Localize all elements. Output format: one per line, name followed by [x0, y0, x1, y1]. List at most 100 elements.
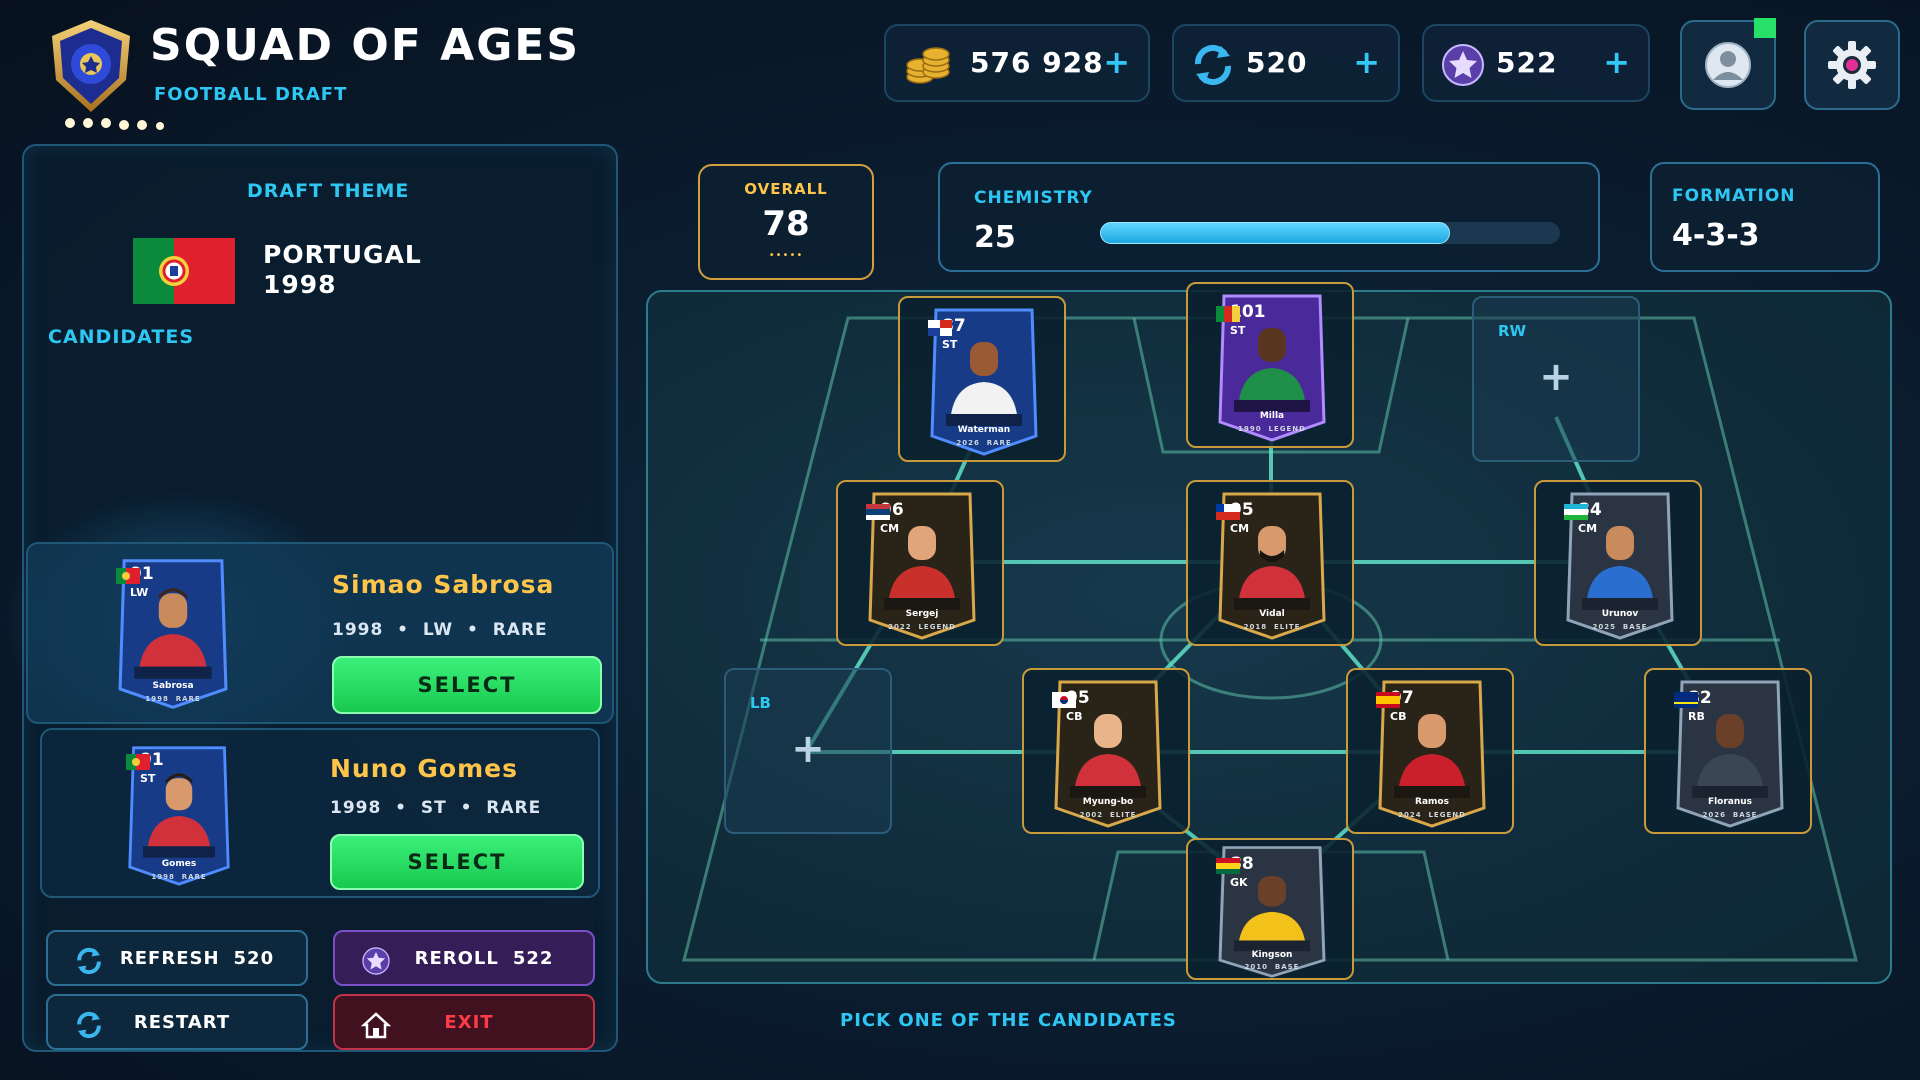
candidate-2-player-card[interactable]: 91 ST Gomes 1998 RARE: [126, 740, 232, 890]
slot-st-left[interactable]: 87 ST Waterman 2026 RARE: [898, 296, 1066, 462]
flag-icon: [1216, 306, 1240, 322]
add-refresh-token-button[interactable]: +: [1353, 44, 1380, 80]
add-player-icon: +: [791, 726, 825, 772]
coins-icon: [906, 47, 950, 84]
candidate-card-2[interactable]: 91 ST Gomes 1998 RARE Nuno Gomes 1998 • …: [40, 728, 600, 898]
candidate-1-card-footer: 1998 RARE: [145, 695, 201, 703]
profile-icon: [1705, 42, 1751, 88]
player-position: CM: [880, 522, 900, 535]
star-token-icon: [1442, 44, 1484, 86]
candidate-2-name: Nuno Gomes: [330, 754, 518, 783]
game-title: SQUAD OF AGES: [150, 20, 581, 71]
reroll-label: REROLL: [414, 947, 499, 969]
slot-cm-left[interactable]: 96 CM Sergej 2022 LEGEND: [836, 480, 1004, 646]
add-coins-button[interactable]: +: [1103, 44, 1130, 80]
player-card-floranus[interactable]: 82 RB Floranus 2026 BASE: [1674, 678, 1786, 828]
star-token-icon: [362, 947, 390, 975]
exit-label: EXIT: [444, 1011, 494, 1033]
player-position: ST: [1230, 324, 1246, 337]
reroll-button[interactable]: REROLL 522: [333, 930, 595, 986]
flag-icon: [1674, 692, 1698, 708]
flag-icon: [866, 504, 890, 520]
player-position: RB: [1688, 710, 1705, 723]
player-name: Myung-bo: [1082, 797, 1134, 807]
player-position: CM: [1578, 522, 1598, 535]
slot-rb[interactable]: 82 RB Floranus 2026 BASE: [1644, 668, 1812, 834]
player-position: CB: [1390, 710, 1407, 723]
star-token-counter[interactable]: 522 +: [1422, 24, 1650, 102]
chemistry-label: CHEMISTRY: [974, 188, 1093, 208]
formation-value: 4-3-3: [1672, 218, 1760, 253]
player-card-footer: 2026 RARE: [956, 439, 1012, 447]
refresh-token-counter[interactable]: 520 +: [1172, 24, 1400, 102]
candidate-1-name: Simao Sabrosa: [332, 570, 555, 599]
restart-icon: [77, 1011, 101, 1039]
player-card-ramos[interactable]: 97 CB Ramos 2024 LEGEND: [1376, 678, 1488, 828]
player-name: Waterman: [957, 425, 1011, 435]
player-card-urunov[interactable]: 84 CM Urunov 2025 BASE: [1564, 490, 1676, 640]
slot-lb-empty[interactable]: LB +: [724, 668, 892, 834]
slot-cb-left[interactable]: 95 CB Myung-bo 2002 ELITE: [1022, 668, 1190, 834]
player-card-milla[interactable]: 101 ST Milla 1990 LEGEND: [1216, 292, 1328, 442]
player-card-sergej[interactable]: 96 CM Sergej 2022 LEGEND: [866, 490, 978, 640]
stadium-lights-icon: [65, 118, 164, 130]
draft-theme-name: PORTUGAL 1998: [263, 240, 422, 300]
slot-gk[interactable]: 88 GK Kingson 2010 BASE: [1186, 838, 1354, 980]
player-card-footer: 2022 LEGEND: [888, 623, 956, 631]
refresh-label: REFRESH: [119, 947, 220, 969]
candidate-1-card-position: LW: [130, 586, 149, 599]
portugal-flag-icon: [133, 238, 235, 304]
candidate-card-1[interactable]: 91 LW Sabrosa 1998 RARE Simao Sabrosa 19…: [26, 542, 614, 724]
chemistry-box: CHEMISTRY 25: [938, 162, 1600, 272]
candidate-2-card-name: Gomes: [161, 859, 197, 869]
refresh-token-value: 520: [1246, 46, 1308, 79]
flag-icon: [1216, 858, 1240, 874]
coins-counter[interactable]: 576 928 +: [884, 24, 1150, 102]
gear-icon: [1828, 41, 1876, 89]
slot-cm-right[interactable]: 84 CM Urunov 2025 BASE: [1534, 480, 1702, 646]
candidate-1-player-card[interactable]: 91 LW Sabrosa 1998 RARE: [116, 554, 230, 712]
reroll-count: 522: [512, 947, 554, 969]
player-name: Kingson: [1251, 950, 1293, 960]
player-card-waterman[interactable]: 87 ST Waterman 2026 RARE: [928, 306, 1040, 456]
slot-cb-right[interactable]: 97 CB Ramos 2024 LEGEND: [1346, 668, 1514, 834]
slot-rw-empty[interactable]: RW +: [1472, 296, 1640, 462]
player-card-myung-bo[interactable]: 95 CB Myung-bo 2002 ELITE: [1052, 678, 1164, 828]
slot-st[interactable]: 101 ST Milla 1990 LEGEND: [1186, 282, 1354, 448]
slot-cm-center[interactable]: 95 CM Vidal 2018 ELITE: [1186, 480, 1354, 646]
coins-value: 576 928: [970, 46, 1104, 79]
player-card-footer: 1990 LEGEND: [1238, 425, 1306, 433]
restart-button[interactable]: RESTART: [46, 994, 308, 1050]
game-subtitle: FOOTBALL DRAFT: [154, 84, 348, 105]
add-player-icon: +: [1539, 354, 1573, 400]
player-card-footer: 2010 BASE: [1244, 963, 1300, 971]
profile-button[interactable]: [1680, 18, 1776, 110]
instruction-hint: PICK ONE OF THE CANDIDATES: [840, 1010, 1177, 1031]
player-name: Milla: [1259, 411, 1285, 421]
player-position: ST: [942, 338, 958, 351]
refresh-count: 520: [233, 947, 275, 969]
player-card-kingson[interactable]: 88 GK Kingson 2010 BASE: [1216, 844, 1328, 978]
flag-icon: [1376, 692, 1400, 708]
player-name: Floranus: [1707, 797, 1753, 807]
candidate-2-card-position: ST: [140, 772, 156, 785]
flag-icon: [928, 320, 952, 336]
select-candidate-1-button[interactable]: SELECT: [332, 656, 602, 714]
player-name: Urunov: [1601, 609, 1639, 619]
formation-box[interactable]: FORMATION 4-3-3: [1650, 162, 1880, 272]
portugal-flag-icon: [116, 568, 140, 584]
overall-label: OVERALL: [744, 180, 828, 198]
settings-button[interactable]: [1804, 20, 1900, 110]
add-star-token-button[interactable]: +: [1603, 44, 1630, 80]
candidate-1-card-name: Sabrosa: [152, 681, 194, 691]
player-name: Vidal: [1259, 609, 1285, 619]
online-status-indicator: [1754, 18, 1776, 38]
flag-icon: [1564, 504, 1588, 520]
draft-theme-label: DRAFT THEME: [247, 180, 410, 202]
player-position: CM: [1230, 522, 1250, 535]
player-card-vidal[interactable]: 95 CM Vidal 2018 ELITE: [1216, 490, 1328, 640]
select-candidate-2-button[interactable]: SELECT: [330, 834, 584, 890]
exit-button[interactable]: EXIT: [333, 994, 595, 1050]
refresh-button[interactable]: REFRESH 520: [46, 930, 308, 986]
player-card-footer: 2024 LEGEND: [1398, 811, 1466, 819]
